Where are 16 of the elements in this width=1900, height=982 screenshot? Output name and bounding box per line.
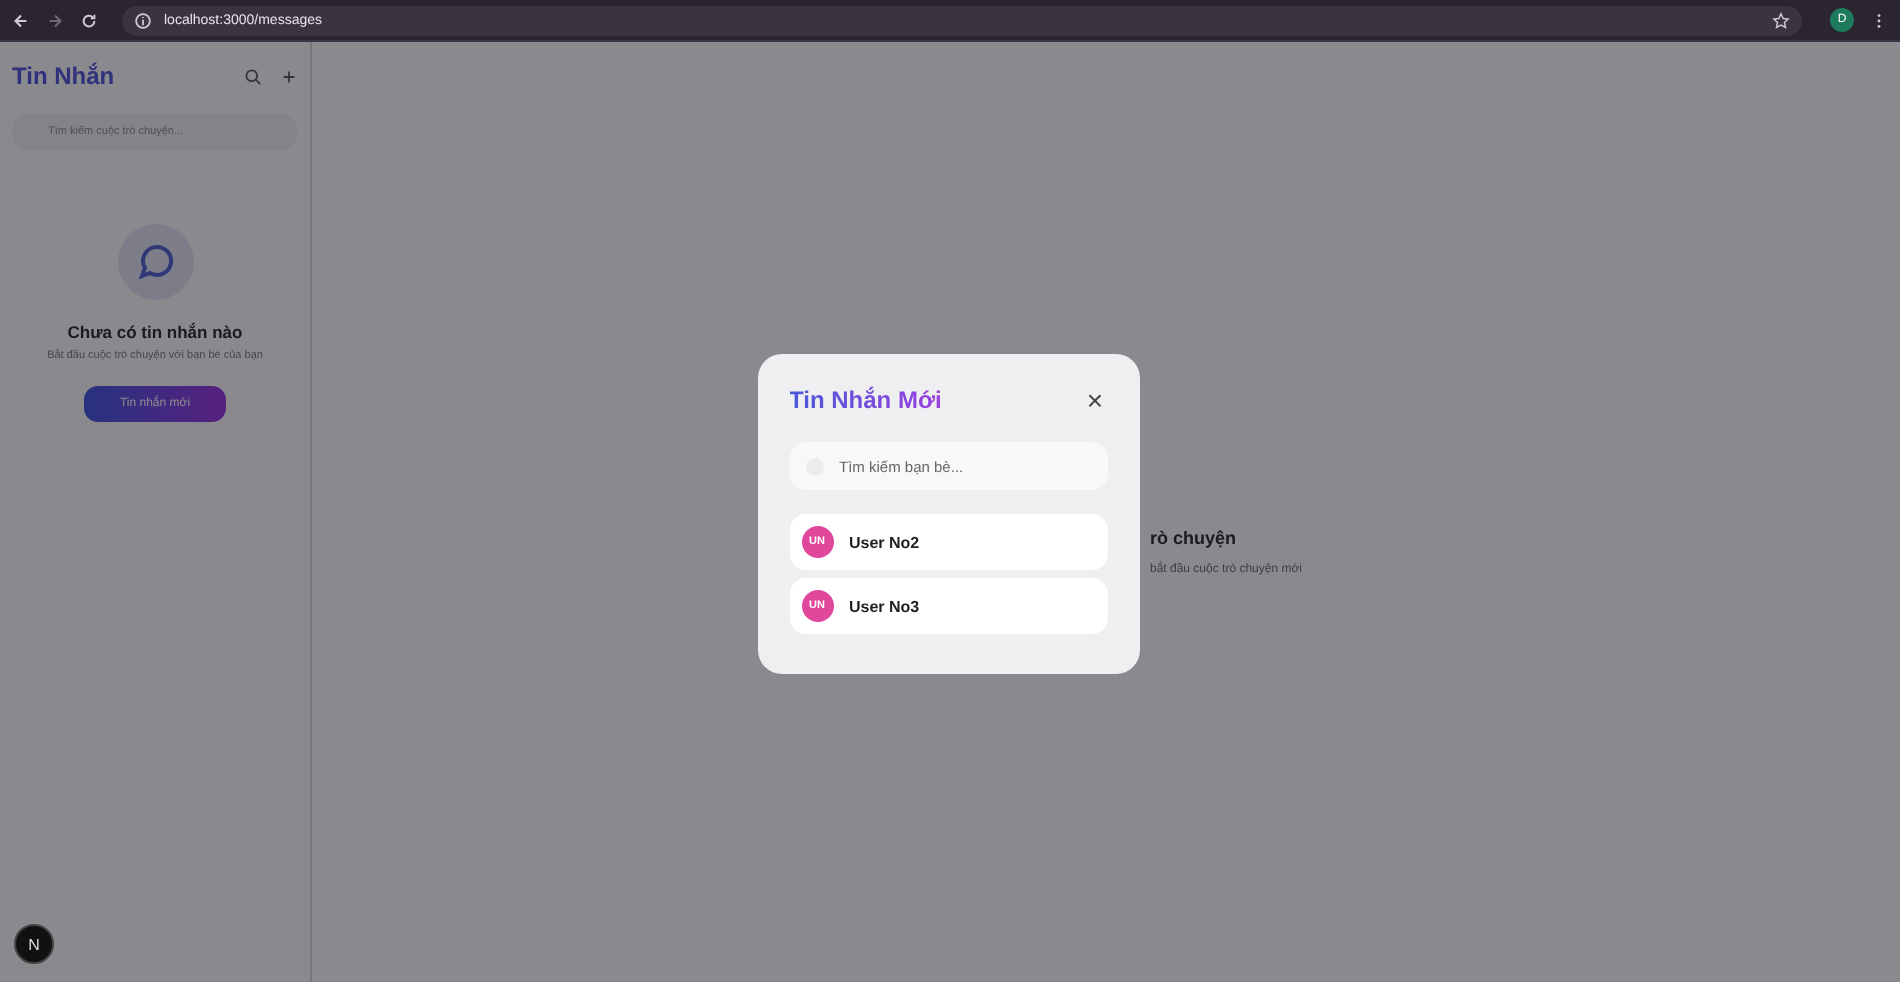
user-name: User No3 <box>849 597 920 615</box>
user-name: User No2 <box>849 533 920 551</box>
close-button[interactable]: × <box>1082 386 1107 414</box>
main-heading: rò chuyện <box>1150 528 1239 548</box>
empty-title: Chưa có tin nhắn nào <box>67 322 243 342</box>
dialog-title: Tin Nhắn Mới <box>789 386 942 414</box>
dev-badge[interactable]: N <box>14 924 54 964</box>
reload-icon[interactable] <box>80 11 98 29</box>
bookmark-star-icon[interactable] <box>1772 11 1790 29</box>
back-icon[interactable] <box>12 11 30 29</box>
info-icon[interactable] <box>134 11 152 29</box>
sidebar-title: Tin Nhắn <box>12 62 115 90</box>
forward-icon[interactable] <box>46 11 64 29</box>
plus-icon[interactable] <box>280 67 298 85</box>
search-icon[interactable] <box>244 67 262 85</box>
chat-bubble-icon <box>115 222 195 302</box>
